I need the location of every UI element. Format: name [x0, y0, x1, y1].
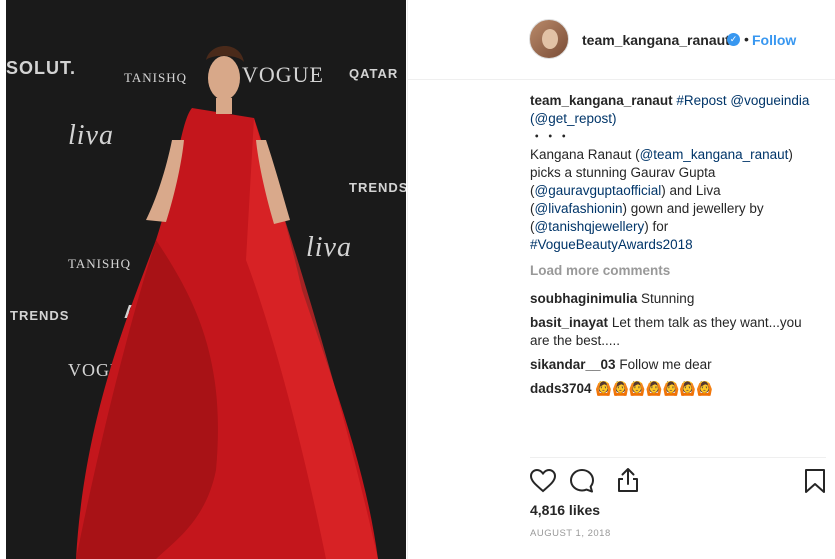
bookmark-icon[interactable] [804, 468, 826, 494]
caption-text: Kangana Ranaut ( [530, 147, 640, 162]
caption-username[interactable]: team_kangana_ranaut [530, 93, 673, 108]
avatar[interactable] [529, 19, 569, 59]
comment-item: sikandar__03 Follow me dear [530, 356, 820, 374]
post-side-panel: team_kangana_ranaut ✓ • Follow team_kang… [407, 0, 835, 559]
comment-username[interactable]: basit_inayat [530, 315, 608, 330]
likes-count[interactable]: 4,816 likes [530, 502, 600, 518]
post-photo-area: SOLUT. TANISHQ VOGUE QATAR liva TRENDS T… [0, 0, 407, 559]
follow-button[interactable]: Follow [752, 32, 796, 48]
avatar-face [542, 29, 558, 49]
caption-tags[interactable]: #Repost @vogueindia [676, 93, 809, 108]
caption: team_kangana_ranaut #Repost @vogueindia … [530, 92, 820, 254]
comments-section: team_kangana_ranaut #Repost @vogueindia … [530, 92, 820, 404]
caption-mention[interactable]: @tanishqjewellery [535, 219, 645, 234]
verified-icon: ✓ [727, 33, 740, 46]
post-date[interactable]: AUGUST 1, 2018 [530, 528, 611, 539]
instagram-post: SOLUT. TANISHQ VOGUE QATAR liva TRENDS T… [0, 0, 835, 559]
share-icon[interactable] [616, 467, 640, 493]
caption-mention[interactable]: @gauravguptaofficial [535, 183, 662, 198]
comment-text: Follow me dear [619, 357, 712, 372]
header-username[interactable]: team_kangana_ranaut [582, 32, 730, 48]
comment-icon[interactable] [569, 468, 595, 494]
comment-item: soubhaginimulia Stunning [530, 290, 820, 308]
red-gown-figure [76, 46, 378, 559]
caption-mention[interactable]: @team_kangana_ranaut [640, 147, 789, 162]
caption-text: ) for [644, 219, 669, 234]
comment-username[interactable]: sikandar__03 [530, 357, 616, 372]
post-header: team_kangana_ranaut ✓ • Follow [408, 0, 835, 80]
post-photo[interactable]: SOLUT. TANISHQ VOGUE QATAR liva TRENDS T… [6, 0, 406, 559]
comment-item: dads3704 🙆🙆🙆🙆🙆🙆🙆 [530, 380, 820, 398]
comment-item: basit_inayat Let them talk as they want.… [530, 314, 820, 350]
post-actions: 4,816 likes AUGUST 1, 2018 [530, 457, 826, 559]
caption-dots: ・・・ [530, 129, 571, 144]
comment-username[interactable]: soubhaginimulia [530, 291, 637, 306]
comment-text: 🙆🙆🙆🙆🙆🙆🙆 [595, 381, 713, 396]
caption-repost-link[interactable]: (@get_repost) [530, 111, 617, 126]
caption-mention[interactable]: @livafashionin [535, 201, 623, 216]
heart-icon[interactable] [530, 469, 556, 493]
header-separator: • [744, 31, 749, 47]
caption-hashtag[interactable]: #VogueBeautyAwards2018 [530, 237, 693, 252]
comment-username[interactable]: dads3704 [530, 381, 592, 396]
load-more-comments-button[interactable]: Load more comments [530, 262, 820, 280]
comment-text: Stunning [641, 291, 695, 306]
